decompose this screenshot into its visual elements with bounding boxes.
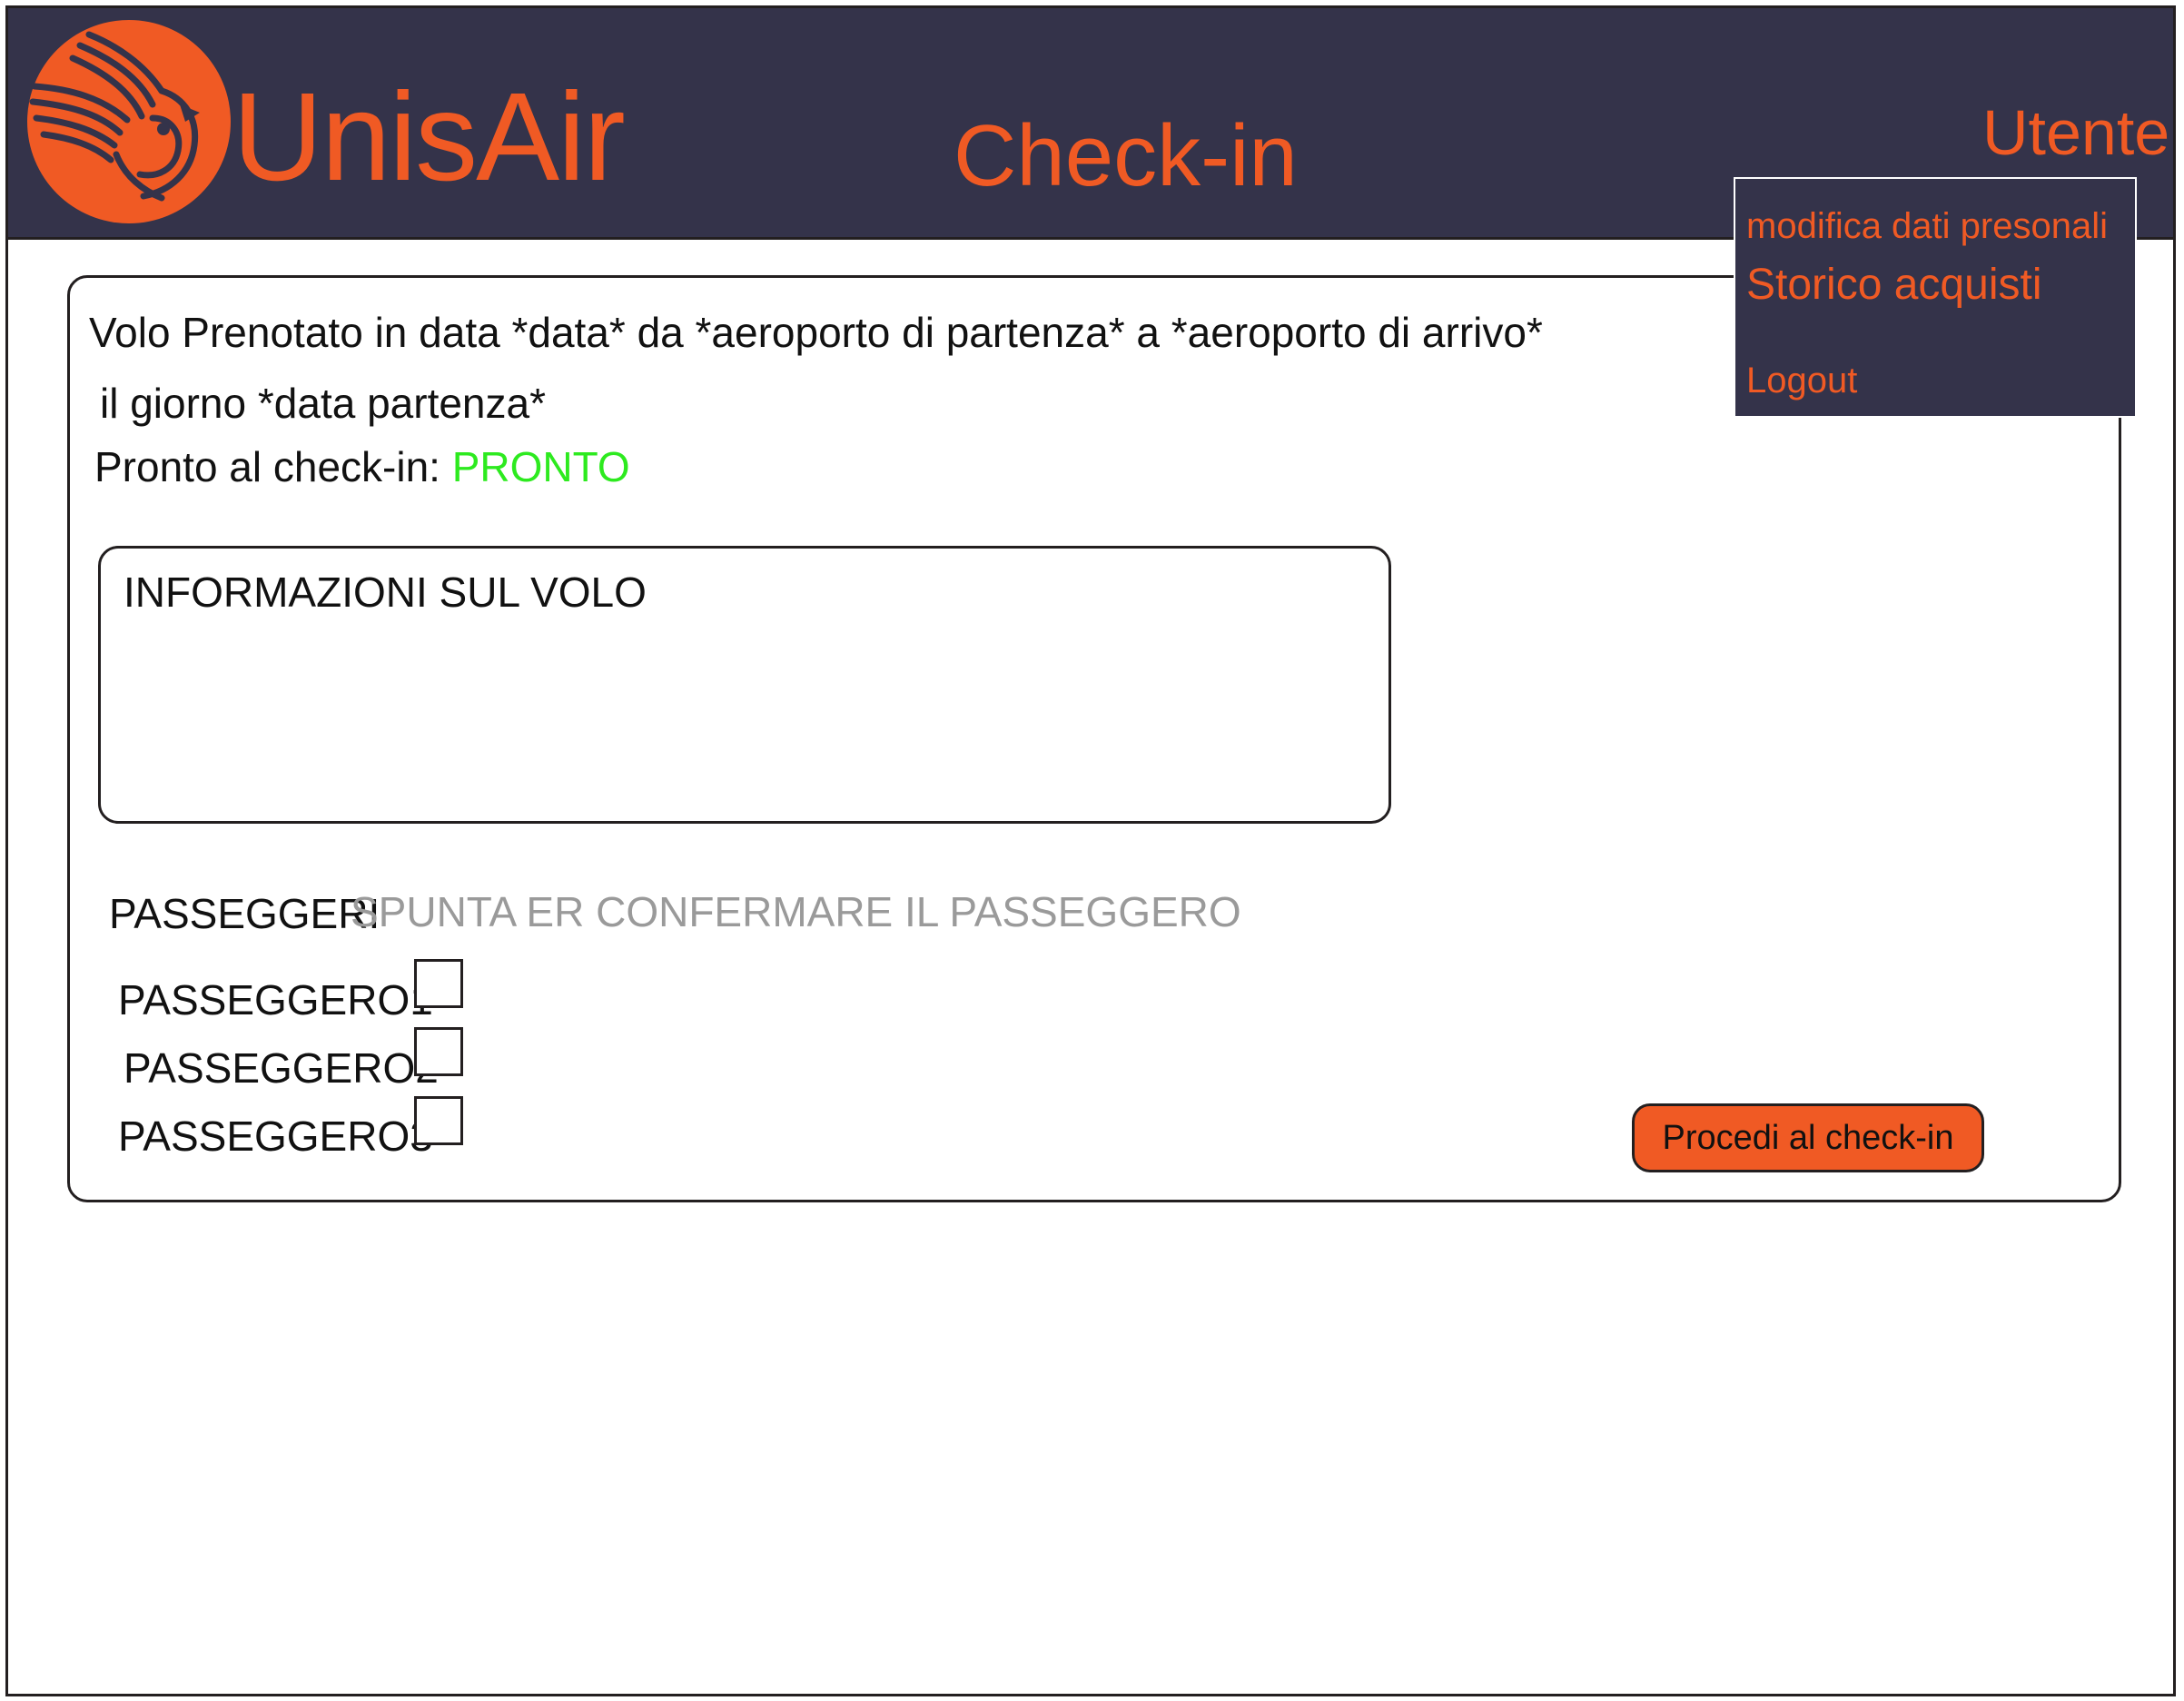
phoenix-logo-icon[interactable] bbox=[25, 18, 232, 225]
page-title: Check-in bbox=[954, 107, 1298, 204]
checkin-readiness: Pronto al check-in: PRONTO bbox=[94, 443, 630, 490]
brand-name: UnisAir bbox=[232, 67, 626, 207]
booking-departure-date: il giorno *data partenza* bbox=[100, 380, 546, 427]
checkin-status-badge: PRONTO bbox=[451, 443, 630, 490]
menu-item-edit-personal-data[interactable]: modifica dati presonali bbox=[1746, 206, 2108, 246]
proceed-checkin-button[interactable]: Procedi al check-in bbox=[1632, 1103, 1984, 1172]
flight-info-title: INFORMAZIONI SUL VOLO bbox=[124, 569, 647, 616]
user-dropdown-menu: modifica dati presonali Storico acquisti… bbox=[1734, 177, 2137, 418]
booking-summary: Volo Prenotato in data *data* da *aeropo… bbox=[89, 309, 1543, 356]
menu-item-logout[interactable]: Logout bbox=[1746, 361, 1857, 401]
passenger-3-label: PASSEGGERO3 bbox=[118, 1113, 433, 1160]
checkin-ready-label: Pronto al check-in: bbox=[94, 443, 452, 490]
menu-item-purchase-history[interactable]: Storico acquisti bbox=[1746, 261, 2041, 310]
passengers-hint: SPUNTA ER CONFERMARE IL PASSEGGERO bbox=[351, 888, 1241, 935]
passengers-header: PASSEGGERI bbox=[109, 890, 380, 937]
passenger-1-label: PASSEGGERO1 bbox=[118, 976, 433, 1024]
passenger-2-checkbox[interactable] bbox=[414, 1027, 463, 1076]
user-menu-button[interactable]: Utente bbox=[1982, 96, 2169, 169]
passenger-1-checkbox[interactable] bbox=[414, 959, 463, 1008]
passenger-3-checkbox[interactable] bbox=[414, 1096, 463, 1145]
passenger-2-label: PASSEGGERO2 bbox=[124, 1044, 439, 1092]
